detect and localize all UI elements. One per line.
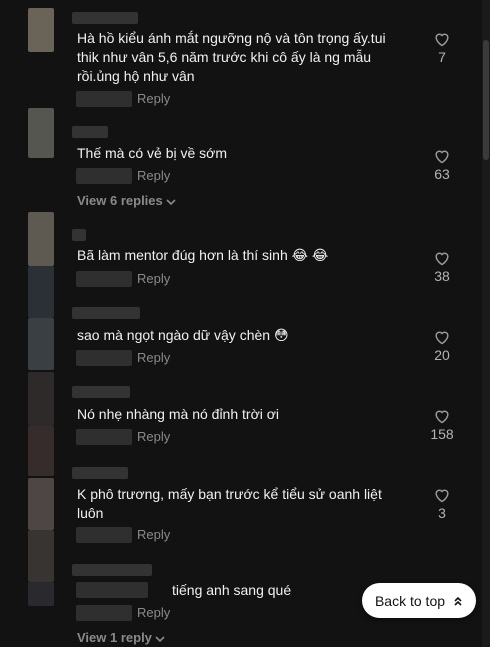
reply-button[interactable]: Reply [137,91,170,106]
comment-text: sao mà ngọt ngào dữ vậy chèn 😳 [77,327,289,343]
like-button[interactable]: 38 [426,250,458,284]
username-blurred[interactable] [72,386,130,398]
view-replies-label: View 6 replies [77,193,163,208]
comment-date-blurred [76,91,132,107]
like-count: 7 [438,49,446,65]
avatar[interactable] [28,266,54,318]
avatar[interactable] [28,318,54,370]
view-replies-button[interactable]: View 6 replies [77,193,176,208]
reply-button[interactable]: Reply [137,350,170,365]
avatar[interactable] [28,530,54,582]
heart-outline-icon [435,410,449,424]
avatar[interactable] [28,582,54,606]
comment-text: tiếng anh sang qué [172,582,292,598]
heart-outline-icon [435,33,449,47]
like-button[interactable]: 7 [426,31,458,65]
view-replies-button[interactable]: View 1 reply [77,630,165,645]
avatar[interactable] [28,108,54,158]
like-button[interactable]: 63 [426,148,458,182]
chevron-down-icon [166,198,176,205]
comment-date-blurred [76,527,132,543]
comment-text: Bã làm mentor đúg hơn là thí sinh 😂 😂 [77,247,329,263]
scrollbar-thumb[interactable] [483,40,489,160]
like-button[interactable]: 158 [426,408,458,442]
like-button[interactable]: 3 [426,487,458,521]
avatar[interactable] [28,372,54,426]
username-blurred[interactable] [72,12,138,24]
like-count: 158 [430,426,454,442]
scrollbar[interactable] [482,0,490,647]
like-count: 38 [434,268,450,284]
comment-text: Hà hồ kiểu ánh mắt ngưỡng nộ và tôn trọn… [77,30,386,84]
reply-button[interactable]: Reply [137,527,170,542]
reply-button[interactable]: Reply [137,429,170,444]
like-count: 63 [434,166,450,182]
comment-date-blurred [76,168,132,184]
comment-text: K phô trương, mấy bạn trước kể tiểu sử o… [77,486,382,521]
avatar[interactable] [28,478,54,530]
back-to-top-label: Back to top [374,592,446,609]
reply-button[interactable]: Reply [137,168,170,183]
comment-date-blurred [76,271,132,287]
back-to-top-button[interactable]: Back to top [362,583,476,618]
avatar[interactable] [28,212,54,266]
username-blurred[interactable] [72,564,152,576]
username-blurred[interactable] [72,229,86,241]
username-blurred [76,582,148,598]
like-count: 20 [434,347,450,363]
reply-button[interactable]: Reply [137,271,170,286]
heart-outline-icon [435,331,449,345]
double-chevron-up-icon [454,596,462,606]
chevron-down-icon [155,635,165,642]
username-blurred[interactable] [72,467,128,479]
like-count: 3 [438,505,446,521]
comment-date-blurred [76,350,132,366]
comment-text: Nó nhẹ nhàng mà nó đỉnh trời ơi [77,406,280,422]
username-blurred[interactable] [72,126,108,138]
view-replies-label: View 1 reply [77,630,152,645]
heart-outline-icon [435,489,449,503]
comment-text: Thế mà có vẻ bị về sớm [77,145,228,161]
heart-outline-icon [435,252,449,266]
username-blurred[interactable] [72,307,140,319]
avatar[interactable] [28,8,54,52]
reply-button[interactable]: Reply [137,605,170,620]
heart-outline-icon [435,150,449,164]
like-button[interactable]: 20 [426,329,458,363]
comment-date-blurred [76,605,132,621]
comment-date-blurred [76,429,132,445]
avatar[interactable] [28,426,54,476]
